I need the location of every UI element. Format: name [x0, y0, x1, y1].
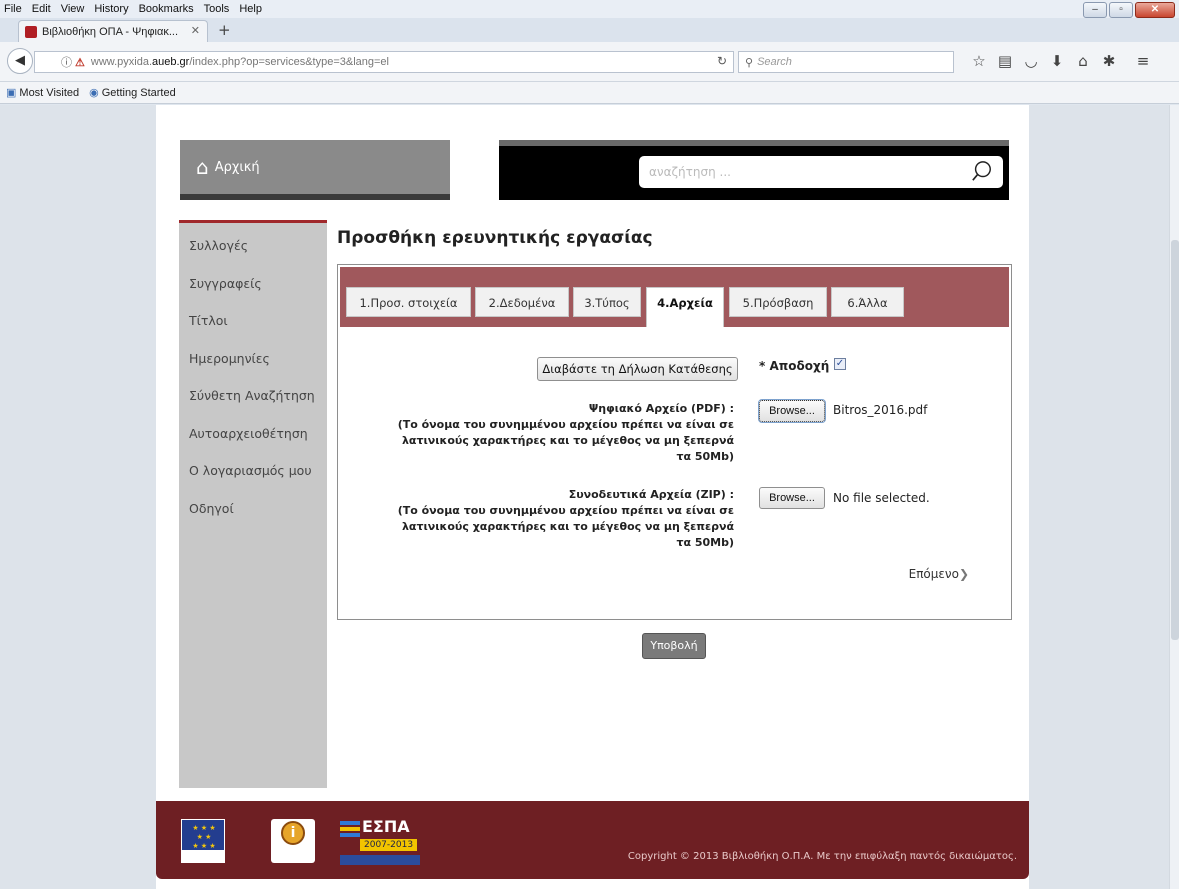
- submit-button[interactable]: Υποβολή: [642, 633, 706, 659]
- accept-label: * Αποδοχή: [759, 359, 830, 373]
- pdf-label: Ψηφιακό Αρχείο (PDF) :: [588, 402, 734, 415]
- house-icon: ⌂: [196, 155, 209, 179]
- files-panel: Διαβάστε τη Δήλωση Κατάθεσης * Αποδοχή ✓…: [340, 327, 1009, 617]
- pdf-file-name: Bitros_2016.pdf: [833, 403, 928, 417]
- read-declaration-button[interactable]: Διαβάστε τη Δήλωση Κατάθεσης: [537, 357, 738, 381]
- downloads-icon[interactable]: ⬇: [1044, 52, 1070, 70]
- getting-started-icon: ◉: [89, 87, 99, 99]
- url-prefix: www.pyxida.: [90, 56, 153, 68]
- tab-personal-info[interactable]: 1.Προσ. στοιχεία: [346, 287, 471, 317]
- sidebar-item-my-account[interactable]: Ο λογαριασμός μου: [179, 452, 327, 490]
- tab-type[interactable]: 3.Τύπος: [573, 287, 641, 317]
- home-label: Αρχική: [214, 159, 260, 175]
- tab-access[interactable]: 5.Πρόσβαση: [729, 287, 827, 317]
- hamburger-menu-icon[interactable]: ≡: [1130, 52, 1156, 70]
- menu-edit[interactable]: Edit: [32, 3, 51, 15]
- espa-text: ΕΣΠΑ: [362, 817, 410, 836]
- reload-icon[interactable]: ↻: [717, 54, 727, 68]
- insecure-lock-icon[interactable]: ⚠: [75, 56, 85, 69]
- next-label: Επόμενο: [908, 567, 959, 581]
- sidebar: Συλλογές Συγγραφείς Τίτλοι Ημερομηνίες Σ…: [179, 220, 327, 788]
- zip-label: Συνοδευτικά Αρχεία (ZIP) :: [568, 488, 734, 501]
- tab-other[interactable]: 6.Άλλα: [831, 287, 904, 317]
- footer: ★ ★ ★ ★ ★ ★ ★ ★ i ΕΣΠΑ 2007-2013 Copyright…: [156, 801, 1029, 879]
- back-arrow-icon[interactable]: ◀: [7, 48, 33, 74]
- sidebar-item-titles[interactable]: Τίτλοι: [179, 302, 327, 340]
- extension-icon[interactable]: ✱: [1096, 52, 1122, 70]
- menu-help[interactable]: Help: [239, 3, 262, 15]
- sidebar-item-collections[interactable]: Συλλογές: [179, 227, 327, 265]
- menu-bar: File Edit View History Bookmarks Tools H…: [0, 0, 1179, 18]
- scrollbar-thumb[interactable]: [1171, 240, 1179, 640]
- close-window-icon[interactable]: ✕: [1135, 2, 1175, 18]
- bookmarks-bar: ▣ Most Visited ◉ Getting Started: [0, 82, 1179, 104]
- zip-note: (Το όνομα του συνημμένου αρχείου πρέπει …: [397, 504, 734, 549]
- eu-stars-icon: ★ ★ ★ ★ ★ ★ ★ ★: [192, 824, 216, 850]
- zip-browse-button[interactable]: Browse...: [759, 487, 825, 509]
- pocket-icon[interactable]: ◡: [1018, 52, 1044, 70]
- magnifier-icon: ⚲: [745, 56, 754, 69]
- pdf-browse-button[interactable]: Browse...: [758, 399, 826, 423]
- sidebar-item-dates[interactable]: Ημερομηνίες: [179, 340, 327, 378]
- tab-data[interactable]: 2.Δεδομένα: [475, 287, 569, 317]
- copyright-text: Copyright © 2013 Βιβλιοθήκη Ο.Π.Α. Με τη…: [627, 851, 1017, 862]
- info-person-icon: i: [281, 821, 305, 845]
- next-link[interactable]: Επόμενο❯: [909, 567, 969, 581]
- browser-search-input[interactable]: ⚲ Search: [738, 51, 954, 73]
- pdf-note: (Το όνομα του συνημμένου αρχείου πρέπει …: [397, 418, 734, 463]
- sidebar-item-self-archiving[interactable]: Αυτοαρχειοθέτηση: [179, 415, 327, 453]
- url-domain: aueb.gr: [152, 56, 190, 68]
- eu-flag-logo: ★ ★ ★ ★ ★ ★ ★ ★: [181, 819, 225, 863]
- reading-list-icon[interactable]: ▤: [992, 52, 1018, 70]
- accept-checkbox[interactable]: ✓: [834, 358, 846, 370]
- page-container: ⌂ Αρχική αναζήτηση ... Συλλογές Συγγραφε…: [156, 105, 1029, 889]
- zip-field-label: Συνοδευτικά Αρχεία (ZIP) : (Το όνομα του…: [389, 487, 734, 551]
- toolbar-icons: ☆ ▤ ◡ ⬇ ⌂ ✱ ≡: [966, 52, 1156, 70]
- new-tab-icon[interactable]: +: [218, 21, 231, 39]
- browser-tab[interactable]: Βιβλιοθήκη ΟΠΑ - Ψηφιακ... ✕: [18, 20, 208, 42]
- menu-view[interactable]: View: [61, 3, 85, 15]
- page-viewport: ⌂ Αρχική αναζήτηση ... Συλλογές Συγγραφε…: [0, 105, 1169, 889]
- menu-file[interactable]: File: [4, 3, 22, 15]
- browser-search-placeholder: Search: [757, 56, 792, 68]
- zip-file-name: No file selected.: [833, 491, 930, 505]
- sidebar-item-authors[interactable]: Συγγραφείς: [179, 265, 327, 303]
- favicon-icon: [25, 25, 37, 38]
- home-link[interactable]: ⌂ Αρχική: [180, 140, 450, 200]
- minimize-icon[interactable]: –: [1083, 2, 1107, 18]
- bookmark-most-visited[interactable]: Most Visited: [19, 87, 79, 99]
- site-search-bar: αναζήτηση ...: [499, 140, 1009, 200]
- pdf-field-label: Ψηφιακό Αρχείο (PDF) : (Το όνομα του συν…: [389, 401, 734, 465]
- submission-form: 1.Προσ. στοιχεία 2.Δεδομένα 3.Τύπος 4.Αρ…: [337, 264, 1012, 620]
- info-icon[interactable]: ⓘ: [61, 54, 72, 70]
- tab-close-icon[interactable]: ✕: [191, 24, 200, 37]
- menu-history[interactable]: History: [94, 3, 128, 15]
- nav-bar: ◀ ⓘ ⚠ www.pyxida. aueb.gr/index.php?op=se…: [0, 42, 1179, 82]
- sidebar-item-guides[interactable]: Οδηγοί: [179, 490, 327, 528]
- menu-bookmarks[interactable]: Bookmarks: [139, 3, 194, 15]
- url-path: /index.php?op=services&type=3&lang=el: [189, 56, 389, 68]
- tab-title: Βιβλιοθήκη ΟΠΑ - Ψηφιακ...: [42, 25, 178, 38]
- window-controls: – ▫ ✕: [1083, 2, 1175, 18]
- espa-years: 2007-2013: [360, 839, 418, 851]
- form-tabs-band: 1.Προσ. στοιχεία 2.Δεδομένα 3.Τύπος 4.Αρ…: [340, 267, 1009, 327]
- search-icon[interactable]: [971, 160, 993, 182]
- home-icon[interactable]: ⌂: [1070, 52, 1096, 70]
- site-search-placeholder: αναζήτηση ...: [649, 165, 731, 179]
- tab-files[interactable]: 4.Αρχεία: [646, 287, 724, 327]
- program-logo: i: [271, 819, 315, 863]
- maximize-icon[interactable]: ▫: [1109, 2, 1133, 18]
- chevron-right-icon: ❯: [958, 567, 969, 581]
- sidebar-item-advanced-search[interactable]: Σύνθετη Αναζήτηση: [179, 377, 327, 415]
- bookmark-getting-started[interactable]: Getting Started: [102, 87, 176, 99]
- site-search-input[interactable]: αναζήτηση ...: [639, 156, 1003, 188]
- tab-strip: Βιβλιοθήκη ΟΠΑ - Ψηφιακ... ✕ +: [0, 18, 1179, 42]
- vertical-scrollbar[interactable]: [1169, 105, 1179, 889]
- menu-tools[interactable]: Tools: [204, 3, 230, 15]
- most-visited-icon: ▣: [6, 87, 17, 99]
- espa-logo: ΕΣΠΑ 2007-2013: [340, 817, 420, 867]
- url-bar[interactable]: ⓘ ⚠ www.pyxida. aueb.gr/index.php?op=serv…: [34, 51, 734, 73]
- bookmark-star-icon[interactable]: ☆: [966, 52, 992, 70]
- page-title: Προσθήκη ερευνητικής εργασίας: [337, 228, 653, 248]
